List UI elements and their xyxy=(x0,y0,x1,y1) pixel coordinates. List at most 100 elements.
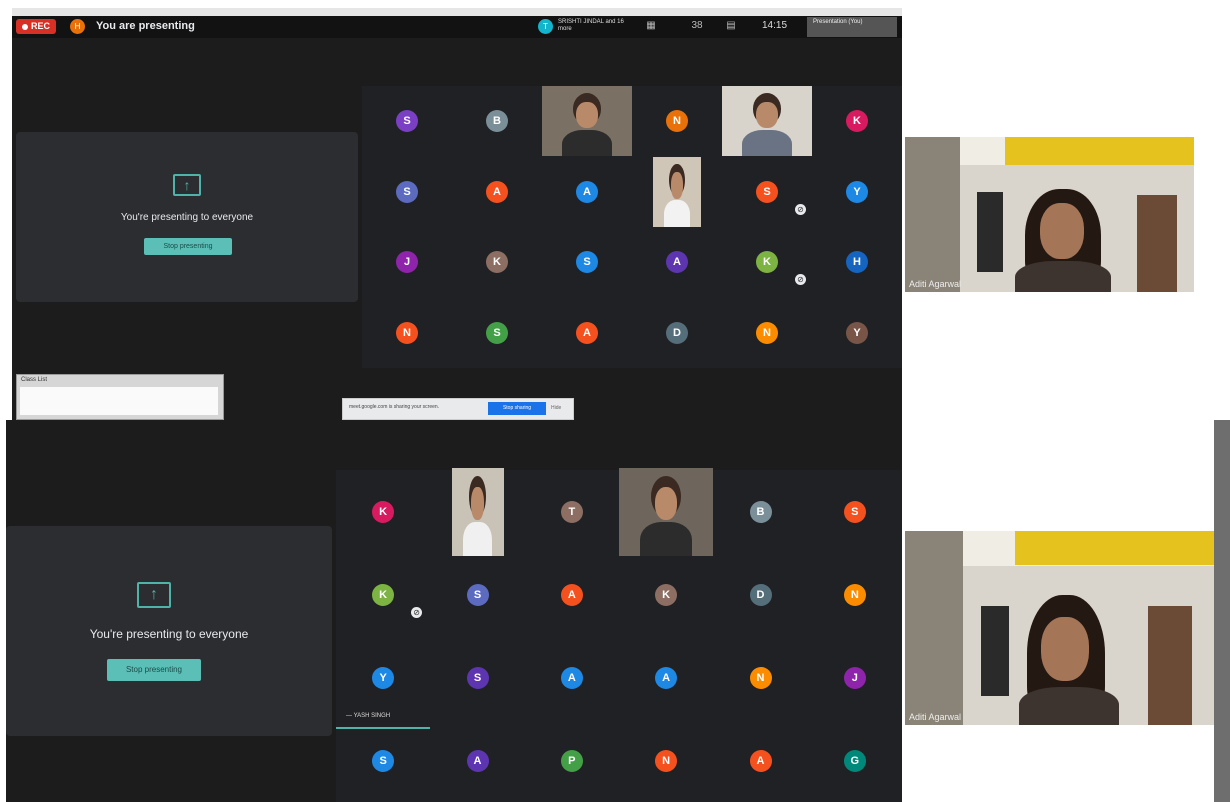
participant-avatar[interactable]: Y xyxy=(846,180,868,203)
presenting-message: You're presenting to everyone xyxy=(89,627,249,641)
participant-avatar[interactable]: Y xyxy=(846,321,868,344)
participant-video[interactable] xyxy=(653,156,701,227)
present-screen-icon: ↑ xyxy=(173,174,201,196)
ceiling-beam xyxy=(1015,531,1214,565)
participant-body xyxy=(462,522,493,556)
participant-video[interactable] xyxy=(451,467,504,556)
door xyxy=(1137,195,1177,292)
hide-button[interactable]: Hide xyxy=(551,405,561,411)
participant-avatar[interactable]: K xyxy=(846,110,868,133)
participant-avatar[interactable]: H xyxy=(846,251,868,274)
participant-avatar[interactable]: A xyxy=(666,251,688,274)
wall-left xyxy=(905,531,963,725)
participant-avatar[interactable]: S xyxy=(486,321,508,344)
participant-avatar[interactable]: N xyxy=(655,749,678,772)
presenting-status: You are presenting xyxy=(96,20,195,32)
participant-avatar[interactable]: S xyxy=(396,180,418,203)
participant-avatar[interactable]: D xyxy=(666,321,688,344)
participant-face xyxy=(471,486,484,521)
clock: 14:15 xyxy=(762,20,788,31)
participant-avatar[interactable]: P xyxy=(560,749,583,772)
stop-presenting-button[interactable]: Stop presenting xyxy=(144,238,232,255)
participant-avatar[interactable]: D xyxy=(749,583,772,606)
participant-avatar[interactable]: B xyxy=(486,110,508,133)
tv-unit xyxy=(977,192,1003,272)
participant-avatar[interactable]: A xyxy=(749,749,772,772)
participant-avatar: T xyxy=(538,19,553,34)
presentation-thumbnail[interactable]: Presentation (You) xyxy=(807,17,897,37)
participant-avatar[interactable]: N xyxy=(756,321,778,344)
participant-body xyxy=(561,129,613,157)
participant-avatar[interactable]: S xyxy=(756,180,778,203)
participant-avatar[interactable]: T xyxy=(560,500,583,523)
participant-avatar[interactable]: K xyxy=(655,583,678,606)
active-speaker-indicator xyxy=(336,727,430,729)
participant-face xyxy=(671,172,683,199)
participant-video[interactable] xyxy=(542,86,632,157)
participant-avatar[interactable]: A xyxy=(560,666,583,689)
participant-avatar[interactable]: A xyxy=(466,749,489,772)
participant-avatar[interactable]: J xyxy=(396,251,418,274)
participant-avatar[interactable]: A xyxy=(560,583,583,606)
people-count-icon[interactable]: 38 xyxy=(684,20,710,32)
participant-body xyxy=(639,522,693,556)
mic-off-icon: ⊘ xyxy=(795,274,806,286)
speaker-face xyxy=(1040,203,1084,259)
participant-avatar[interactable]: A xyxy=(576,180,598,203)
presenter-avatar: H xyxy=(70,19,85,34)
mic-off-icon: ⊘ xyxy=(411,606,423,618)
participant-avatar[interactable]: K xyxy=(486,251,508,274)
participant-avatar[interactable]: S xyxy=(466,666,489,689)
share-bar-text: meet.google.com is sharing your screen. xyxy=(349,404,440,410)
stop-sharing-button[interactable]: Stop sharing xyxy=(488,402,546,415)
participant-avatar[interactable]: K xyxy=(372,500,395,523)
wall-left xyxy=(905,137,960,292)
participant-avatar[interactable]: A xyxy=(655,666,678,689)
participant-avatar[interactable]: G xyxy=(843,749,866,772)
speaker-body xyxy=(1015,261,1111,292)
class-list-window[interactable]: Class List xyxy=(16,374,224,420)
participant-avatar[interactable]: S xyxy=(372,749,395,772)
participant-avatar[interactable]: S xyxy=(576,251,598,274)
participant-avatar[interactable]: K xyxy=(756,251,778,274)
participants-text: SRISHTI JINDAL and 16 more xyxy=(558,19,624,32)
participant-avatar[interactable]: Y xyxy=(372,666,395,689)
participant-video[interactable] xyxy=(722,86,812,157)
people-count: 38 xyxy=(691,20,703,31)
tv-unit xyxy=(981,606,1009,696)
participant-video[interactable] xyxy=(619,467,714,556)
participant-avatar[interactable]: B xyxy=(749,500,772,523)
chat-icon[interactable]: ▤ xyxy=(724,20,738,32)
speaker-name: YASH SINGH xyxy=(353,713,391,719)
meet-window-bottom: ↑ You're presenting to everyone Stop pre… xyxy=(6,420,902,802)
participant-avatar[interactable]: A xyxy=(576,321,598,344)
participant-avatar[interactable]: N xyxy=(749,666,772,689)
participant-avatar[interactable]: N xyxy=(396,321,418,344)
meet-window-top: REC H You are presenting T SRISHTI JINDA… xyxy=(12,8,902,420)
remote-video-top: Aditi Agarwal xyxy=(905,137,1194,292)
participant-avatar[interactable]: N xyxy=(843,583,866,606)
meet-top-bar: REC H You are presenting T SRISHTI JINDA… xyxy=(12,16,902,38)
recording-badge: REC xyxy=(16,19,56,34)
speaker-body xyxy=(1019,687,1119,725)
participant-avatar[interactable]: S xyxy=(843,500,866,523)
participant-grid: S B N K S A A S ⊘ Y J K S A K ⊘ H N S A D N Y xyxy=(362,86,902,368)
participant-grid: K T B S K ⊘ S A K D N Y S A A N J S A P N A G xyxy=(336,467,902,802)
participant-avatar[interactable]: S xyxy=(466,583,489,606)
stop-presenting-button[interactable]: Stop presenting xyxy=(107,659,201,681)
screen-share-bar: meet.google.com is sharing your screen. … xyxy=(342,398,574,420)
participant-avatar[interactable]: K xyxy=(372,583,395,606)
participant-avatar[interactable]: N xyxy=(666,110,688,133)
participants-summary[interactable]: T SRISHTI JINDAL and 16 more xyxy=(538,19,638,35)
right-edge-strip xyxy=(1214,420,1230,802)
participant-body xyxy=(741,129,793,157)
participant-avatar[interactable]: S xyxy=(396,110,418,133)
participant-avatar[interactable]: J xyxy=(843,666,866,689)
participant-avatar[interactable]: A xyxy=(486,180,508,203)
browser-address-bar[interactable] xyxy=(12,8,902,16)
door xyxy=(1148,606,1192,725)
remote-video-bottom: Aditi Agarwal xyxy=(905,531,1214,725)
grid-layout-icon[interactable]: ▦ xyxy=(644,20,658,32)
speaker-name-label: — YASH SINGH xyxy=(346,713,391,719)
remote-participant-name: Aditi Agarwal xyxy=(909,712,962,722)
